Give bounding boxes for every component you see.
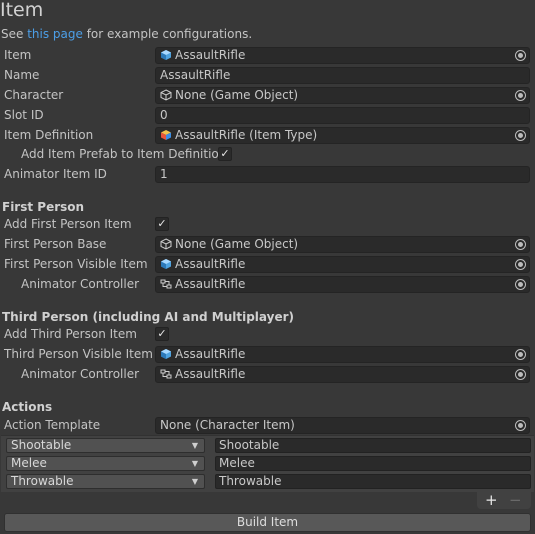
prefab-icon — [161, 50, 171, 60]
item-definition-value: AssaultRifle (Item Type) — [175, 128, 318, 142]
slot-id-label: Slot ID — [4, 108, 44, 122]
actions-header: Actions — [2, 400, 53, 414]
add-third-person-checkbox[interactable]: ✓ — [155, 327, 169, 341]
checkmark-icon: ✓ — [157, 327, 167, 340]
third-person-header: Third Person (including AI and Multiplay… — [2, 310, 294, 324]
object-picker-icon[interactable] — [515, 420, 526, 431]
third-person-animator-value: AssaultRifle — [175, 367, 246, 381]
item-type-icon — [161, 130, 171, 140]
item-definition-field[interactable]: AssaultRifle (Item Type) — [155, 127, 530, 144]
third-person-visible-value: AssaultRifle — [175, 347, 246, 361]
prefab-icon — [161, 259, 171, 269]
add-first-person-checkbox[interactable]: ✓ — [155, 217, 169, 231]
item-value: AssaultRifle — [175, 48, 246, 62]
object-picker-icon[interactable] — [515, 50, 526, 61]
action-type-value: Throwable — [11, 474, 74, 488]
third-person-animator-label: Animator Controller — [21, 367, 140, 381]
first-person-animator-value: AssaultRifle — [175, 277, 246, 291]
name-field[interactable]: AssaultRifle — [155, 67, 530, 84]
first-person-visible-field[interactable]: AssaultRifle — [155, 256, 530, 273]
action-type-dropdown[interactable]: Shootable ▼ — [6, 438, 205, 453]
first-person-header: First Person — [2, 200, 85, 214]
dropdown-arrow-icon: ▼ — [191, 459, 198, 468]
character-field[interactable]: None (Game Object) — [155, 87, 530, 104]
action-type-dropdown[interactable]: Throwable ▼ — [6, 474, 205, 489]
checkmark-icon: ✓ — [220, 147, 230, 160]
action-template-label: Action Template — [4, 418, 101, 432]
first-person-animator-label: Animator Controller — [21, 277, 140, 291]
checkmark-icon: ✓ — [157, 217, 167, 230]
action-template-field[interactable]: None (Character Item) — [155, 417, 530, 434]
add-third-person-label: Add Third Person Item — [4, 327, 137, 341]
build-item-button[interactable]: Build Item — [4, 513, 531, 532]
character-value: None (Game Object) — [175, 88, 299, 102]
third-person-animator-field[interactable]: AssaultRifle — [155, 366, 530, 383]
first-person-visible-value: AssaultRifle — [175, 257, 246, 271]
object-picker-icon[interactable] — [515, 279, 526, 290]
see-text: See this page for example configurations… — [1, 27, 252, 41]
page-title: Item — [0, 0, 44, 21]
action-name-field[interactable]: Throwable — [215, 474, 531, 489]
item-label: Item — [4, 48, 32, 62]
remove-action-button[interactable]: − — [509, 491, 522, 509]
third-person-visible-label: Third Person Visible Item — [4, 347, 153, 361]
dropdown-arrow-icon: ▼ — [191, 441, 198, 450]
item-definition-label: Item Definition — [4, 128, 94, 142]
name-label: Name — [4, 68, 40, 82]
action-type-value: Melee — [11, 456, 47, 470]
object-picker-icon[interactable] — [515, 349, 526, 360]
third-person-visible-field[interactable]: AssaultRifle — [155, 346, 530, 363]
animator-controller-icon — [160, 279, 172, 289]
add-prefab-label: Add Item Prefab to Item Definition — [21, 147, 227, 161]
object-picker-icon[interactable] — [515, 90, 526, 101]
add-first-person-label: Add First Person Item — [4, 217, 132, 231]
object-picker-icon[interactable] — [515, 369, 526, 380]
dropdown-arrow-icon: ▼ — [191, 477, 198, 486]
first-person-base-field[interactable]: None (Game Object) — [155, 236, 530, 253]
prefab-icon — [161, 349, 171, 359]
first-person-visible-label: First Person Visible Item — [4, 257, 148, 271]
gameobject-icon — [160, 238, 172, 250]
first-person-base-value: None (Game Object) — [175, 237, 299, 251]
first-person-base-label: First Person Base — [4, 237, 107, 251]
see-suffix: for example configurations. — [82, 27, 253, 41]
character-label: Character — [4, 88, 64, 102]
item-field[interactable]: AssaultRifle — [155, 47, 530, 64]
example-configurations-link[interactable]: this page — [27, 27, 83, 41]
action-name-field[interactable]: Shootable — [215, 438, 531, 453]
add-prefab-checkbox[interactable]: ✓ — [218, 147, 232, 161]
object-picker-icon[interactable] — [515, 259, 526, 270]
action-type-dropdown[interactable]: Melee ▼ — [6, 456, 205, 471]
animator-item-id-field[interactable]: 1 — [155, 166, 530, 183]
object-picker-icon[interactable] — [515, 130, 526, 141]
animator-item-id-label: Animator Item ID — [4, 167, 107, 181]
action-template-value: None (Character Item) — [160, 418, 295, 432]
see-prefix: See — [1, 27, 28, 41]
list-add-remove-controls: + − — [477, 491, 531, 509]
first-person-animator-field[interactable]: AssaultRifle — [155, 276, 530, 293]
object-picker-icon[interactable] — [515, 239, 526, 250]
gameobject-icon — [160, 89, 172, 101]
add-action-button[interactable]: + — [485, 491, 498, 509]
action-name-field[interactable]: Melee — [215, 456, 531, 471]
animator-controller-icon — [160, 369, 172, 379]
action-type-value: Shootable — [11, 438, 72, 452]
slot-id-field[interactable]: 0 — [155, 107, 530, 124]
